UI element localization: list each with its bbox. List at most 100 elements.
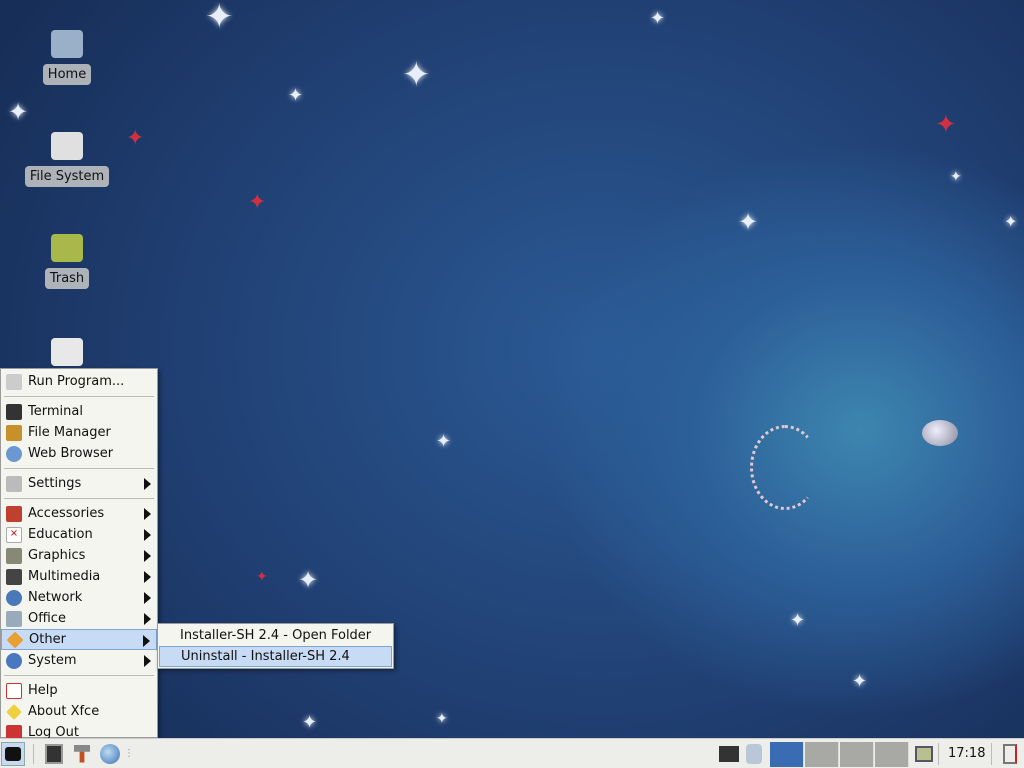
desktop-icon-home[interactable]: Home xyxy=(22,30,112,85)
star: ✦ xyxy=(935,110,957,140)
file-manager-icon xyxy=(6,424,22,441)
run-icon xyxy=(6,373,22,390)
star: ✦ xyxy=(205,0,234,37)
terminal-launcher[interactable] xyxy=(42,742,66,766)
trash-icon xyxy=(51,234,83,262)
network-icon xyxy=(6,589,22,606)
web-browser-launcher[interactable] xyxy=(98,742,122,766)
globe-icon xyxy=(100,743,120,764)
menu-item-help[interactable]: Help xyxy=(1,680,157,701)
other-submenu: Installer-SH 2.4 - Open Folder Uninstall… xyxy=(157,623,394,669)
menu-item-web-browser[interactable]: Web Browser xyxy=(1,443,157,464)
star: ✦ xyxy=(1004,212,1018,231)
panel-separator xyxy=(938,742,939,765)
menu-item-label: Office xyxy=(28,611,66,626)
star: ✦ xyxy=(126,126,145,151)
menu-item-other[interactable]: Other xyxy=(1,629,157,650)
workspace-3[interactable] xyxy=(840,742,874,767)
about-icon xyxy=(6,703,22,720)
settings-icon xyxy=(6,475,22,492)
settings-launcher[interactable] xyxy=(70,742,94,766)
menu-item-accessories[interactable]: Accessories xyxy=(1,503,157,524)
accessories-icon xyxy=(6,505,22,522)
terminal-icon xyxy=(45,743,63,764)
home-folder-icon xyxy=(51,30,83,58)
workspace-1[interactable] xyxy=(770,742,804,767)
menu-item-graphics[interactable]: Graphics xyxy=(1,545,157,566)
menu-item-office[interactable]: Office xyxy=(1,608,157,629)
hammer-icon xyxy=(74,744,90,763)
star: ✦ xyxy=(302,712,318,733)
submenu-arrow-icon xyxy=(143,635,150,647)
desktop-icon-trash[interactable]: Trash xyxy=(22,234,112,289)
desktop-icon-drive[interactable] xyxy=(22,338,112,372)
menu-item-run-program[interactable]: Run Program... xyxy=(1,371,157,392)
menu-item-label: Installer-SH 2.4 - Open Folder xyxy=(180,628,372,643)
menu-item-label: File Manager xyxy=(28,425,111,440)
menu-item-label: Other xyxy=(29,632,66,647)
graphics-icon xyxy=(6,547,22,564)
menu-item-education[interactable]: × Education xyxy=(1,524,157,545)
menu-item-label: Run Program... xyxy=(28,374,125,389)
globe-icon xyxy=(6,445,22,462)
menu-item-network[interactable]: Network xyxy=(1,587,157,608)
menu-item-label: Network xyxy=(28,590,83,605)
show-desktop-button[interactable] xyxy=(912,742,936,766)
drive-icon xyxy=(51,338,83,366)
clock[interactable]: 17:18 xyxy=(948,746,985,761)
submenu-item-open-folder[interactable]: Installer-SH 2.4 - Open Folder xyxy=(159,625,392,646)
star: ✦ xyxy=(248,190,267,215)
star: ✦ xyxy=(288,85,304,106)
education-icon: × xyxy=(6,526,22,543)
star: ✦ xyxy=(8,98,29,126)
network-status-icon[interactable] xyxy=(717,742,741,766)
menu-item-label: Settings xyxy=(28,476,82,491)
star: ✦ xyxy=(298,566,319,594)
menu-item-label: Education xyxy=(28,527,93,542)
logout-button[interactable] xyxy=(998,742,1022,766)
workspace-4[interactable] xyxy=(875,742,909,767)
bottom-panel: ⋮ 17:18 xyxy=(0,738,1024,768)
menu-item-label: System xyxy=(28,653,77,668)
star: ✦ xyxy=(650,8,666,29)
menu-item-multimedia[interactable]: Multimedia xyxy=(1,566,157,587)
menu-item-label: About Xfce xyxy=(28,704,100,719)
submenu-item-uninstall[interactable]: Uninstall - Installer-SH 2.4 xyxy=(159,646,392,667)
network-icon xyxy=(719,745,739,762)
drive-icon xyxy=(51,132,83,160)
submenu-arrow-icon xyxy=(144,529,151,541)
menu-item-file-manager[interactable]: File Manager xyxy=(1,422,157,443)
planet-icon xyxy=(922,420,958,446)
applications-menu-button[interactable] xyxy=(1,741,25,766)
multimedia-icon xyxy=(6,568,22,585)
menu-item-label: Uninstall - Installer-SH 2.4 xyxy=(181,649,350,664)
xfce-mouse-icon xyxy=(5,746,21,761)
star: ✦ xyxy=(256,569,268,585)
panel-separator xyxy=(991,742,992,765)
menu-item-label: Accessories xyxy=(28,506,105,521)
workspace-2[interactable] xyxy=(805,742,839,767)
submenu-arrow-icon xyxy=(144,571,151,583)
menu-item-system[interactable]: System xyxy=(1,650,157,671)
menu-item-label: Terminal xyxy=(28,404,83,419)
submenu-arrow-icon xyxy=(144,655,151,667)
menu-item-about-xfce[interactable]: About Xfce xyxy=(1,701,157,722)
power-manager-icon[interactable] xyxy=(742,742,766,766)
debian-swirl xyxy=(750,425,820,510)
other-icon xyxy=(6,631,24,648)
star: ✦ xyxy=(436,711,448,727)
star: ✦ xyxy=(436,431,452,452)
desktop-icon-label: Trash xyxy=(44,268,90,289)
desktop-icon-label: Home xyxy=(42,64,92,85)
panel-separator xyxy=(33,743,34,764)
menu-separator xyxy=(4,396,154,397)
desktop-icon-file-system[interactable]: File System xyxy=(22,132,112,187)
menu-item-label: Multimedia xyxy=(28,569,101,584)
panel-handle[interactable]: ⋮ xyxy=(124,748,134,759)
menu-separator xyxy=(4,675,154,676)
submenu-arrow-icon xyxy=(144,508,151,520)
applications-menu: Run Program... Terminal File Manager Web… xyxy=(0,368,158,741)
battery-plug-icon xyxy=(746,743,762,764)
menu-item-settings[interactable]: Settings xyxy=(1,473,157,494)
menu-item-terminal[interactable]: Terminal xyxy=(1,401,157,422)
